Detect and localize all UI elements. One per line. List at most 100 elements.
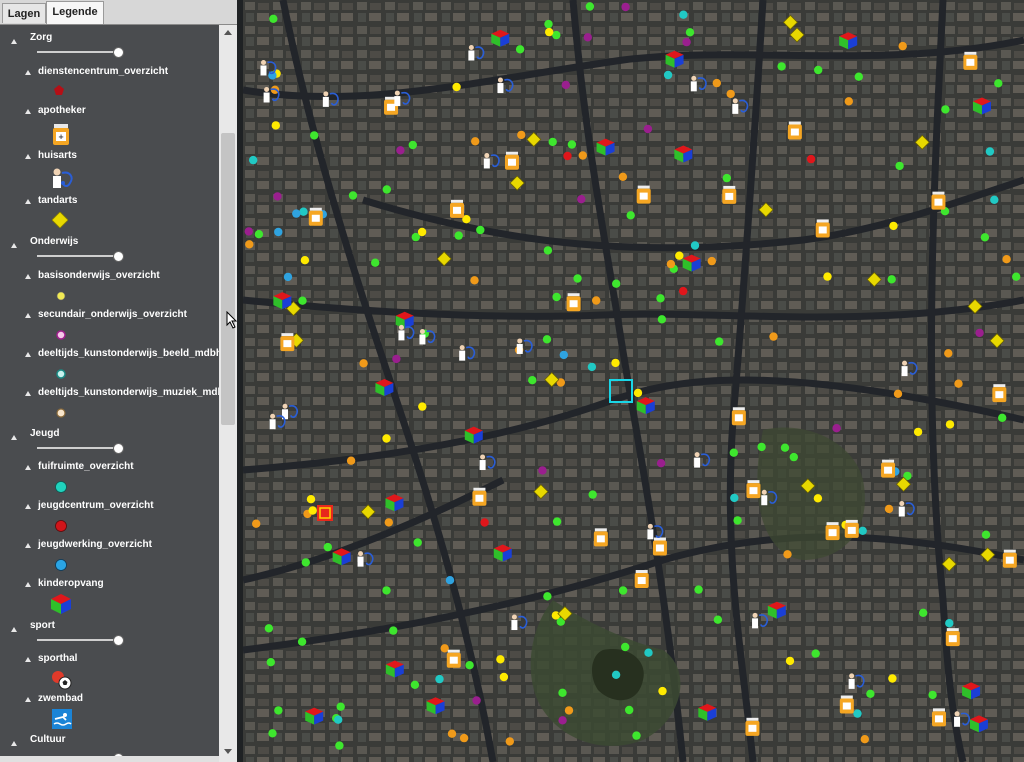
green-point-marker[interactable]: [814, 65, 823, 75]
apotheker-marker[interactable]: [881, 459, 896, 478]
apotheker-marker[interactable]: [634, 570, 649, 589]
green-point-marker[interactable]: [941, 105, 950, 114]
apotheker-marker[interactable]: [280, 333, 295, 352]
orange-point-marker[interactable]: [447, 729, 457, 738]
cyan-point-marker[interactable]: [611, 670, 621, 679]
collapse-triangle-icon[interactable]: [25, 70, 31, 75]
apotheker-marker[interactable]: [815, 219, 830, 238]
green-point-marker[interactable]: [310, 131, 319, 140]
green-point-marker[interactable]: [528, 376, 537, 385]
cyan-point-marker[interactable]: [644, 648, 653, 657]
magenta-point-marker[interactable]: [643, 124, 653, 134]
apotheker-marker[interactable]: [963, 51, 978, 70]
green-point-marker[interactable]: [298, 296, 307, 305]
cyan-point-marker[interactable]: [690, 241, 700, 250]
green-point-marker[interactable]: [371, 258, 380, 267]
green-point-marker[interactable]: [722, 173, 731, 183]
green-point-marker[interactable]: [811, 649, 820, 658]
green-point-marker[interactable]: [895, 161, 904, 171]
apotheker-marker[interactable]: [636, 185, 651, 204]
orange-point-marker[interactable]: [470, 276, 479, 285]
green-point-marker[interactable]: [274, 706, 283, 715]
green-point-marker[interactable]: [994, 79, 1003, 88]
orange-point-marker[interactable]: [666, 259, 676, 269]
orange-point-marker[interactable]: [954, 379, 963, 388]
magenta-point-marker[interactable]: [244, 227, 253, 236]
layer-fuifruimte[interactable]: fuifruimte_overzicht: [0, 460, 219, 498]
collapse-triangle-icon[interactable]: [25, 154, 31, 159]
green-point-marker[interactable]: [625, 705, 634, 715]
orange-point-marker[interactable]: [769, 332, 778, 341]
apotheker-marker[interactable]: [566, 293, 581, 312]
orange-point-marker[interactable]: [459, 733, 469, 743]
green-point-marker[interactable]: [567, 140, 577, 149]
orange-point-marker[interactable]: [440, 644, 449, 653]
yellow-point-marker[interactable]: [889, 221, 898, 231]
apotheker-marker[interactable]: [308, 207, 323, 226]
scroll-down-arrow-icon[interactable]: [224, 749, 232, 754]
apotheker-marker[interactable]: [844, 519, 859, 538]
yellow-point-marker[interactable]: [785, 656, 795, 666]
cyan-point-marker[interactable]: [587, 362, 597, 372]
green-point-marker[interactable]: [413, 538, 422, 547]
apotheker-marker[interactable]: [652, 537, 667, 556]
yellow-point-marker[interactable]: [300, 256, 310, 265]
apotheker-marker[interactable]: [825, 522, 840, 541]
group-jeugd[interactable]: Jeugd: [0, 425, 219, 457]
apotheker-marker[interactable]: [504, 151, 519, 170]
cyan-point-marker[interactable]: [858, 526, 867, 535]
opacity-slider-track[interactable]: [37, 51, 119, 53]
tab-legende[interactable]: Legende: [46, 1, 104, 24]
opacity-slider-track[interactable]: [37, 447, 119, 449]
yellow-point-marker[interactable]: [499, 672, 509, 682]
green-point-marker[interactable]: [544, 19, 553, 29]
magenta-point-marker[interactable]: [538, 466, 547, 475]
orange-point-marker[interactable]: [564, 706, 574, 715]
orange-point-marker[interactable]: [783, 550, 792, 559]
apotheker-marker[interactable]: [931, 191, 946, 210]
orange-point-marker[interactable]: [505, 737, 514, 746]
green-point-marker[interactable]: [713, 615, 723, 624]
collapse-triangle-icon[interactable]: [11, 741, 17, 746]
green-point-marker[interactable]: [632, 731, 641, 740]
yellow-point-marker[interactable]: [633, 388, 643, 398]
magenta-point-marker[interactable]: [975, 328, 984, 338]
layer-kunstonderwijs-beeld[interactable]: deeltijds_kunstonderwijs_beeld_mdbhe: [0, 347, 219, 385]
green-point-marker[interactable]: [542, 335, 552, 344]
orange-point-marker[interactable]: [707, 256, 716, 266]
tab-lagen[interactable]: Lagen: [2, 3, 46, 23]
group-onderwijs[interactable]: Onderwijs: [0, 233, 219, 265]
layer-jeugdwerking[interactable]: jeugdwerking_overzicht: [0, 538, 219, 576]
green-point-marker[interactable]: [543, 246, 553, 255]
blue-point-marker[interactable]: [292, 209, 301, 218]
green-point-marker[interactable]: [887, 275, 896, 284]
collapse-triangle-icon[interactable]: [25, 582, 31, 587]
yellow-point-marker[interactable]: [452, 82, 461, 92]
opacity-slider-knob[interactable]: [113, 251, 124, 262]
magenta-point-marker[interactable]: [832, 424, 841, 433]
green-point-marker[interactable]: [780, 443, 790, 452]
layer-huisarts[interactable]: huisarts: [0, 149, 219, 193]
green-point-marker[interactable]: [465, 661, 474, 670]
magenta-point-marker[interactable]: [392, 354, 401, 364]
aerial-map[interactable]: [243, 0, 1024, 762]
cyan-point-marker[interactable]: [249, 155, 258, 165]
green-point-marker[interactable]: [980, 233, 990, 242]
magenta-point-marker[interactable]: [273, 192, 282, 201]
green-point-marker[interactable]: [266, 658, 275, 667]
apotheker-marker[interactable]: [992, 384, 1007, 403]
cyan-point-marker[interactable]: [945, 619, 954, 628]
horizontal-scrollbar[interactable]: [0, 756, 219, 762]
green-point-marker[interactable]: [777, 62, 786, 71]
orange-point-marker[interactable]: [860, 735, 869, 744]
magenta-point-marker[interactable]: [558, 716, 567, 725]
apotheker-marker[interactable]: [1002, 549, 1017, 568]
layer-basisonderwijs[interactable]: basisonderwijs_overzicht: [0, 269, 219, 307]
green-point-marker[interactable]: [552, 517, 562, 526]
orange-point-marker[interactable]: [944, 349, 953, 358]
orange-point-marker[interactable]: [618, 172, 628, 181]
red-point-marker[interactable]: [563, 151, 572, 161]
yellow-point-marker[interactable]: [913, 427, 923, 437]
green-point-marker[interactable]: [476, 225, 485, 235]
magenta-point-marker[interactable]: [577, 195, 586, 204]
